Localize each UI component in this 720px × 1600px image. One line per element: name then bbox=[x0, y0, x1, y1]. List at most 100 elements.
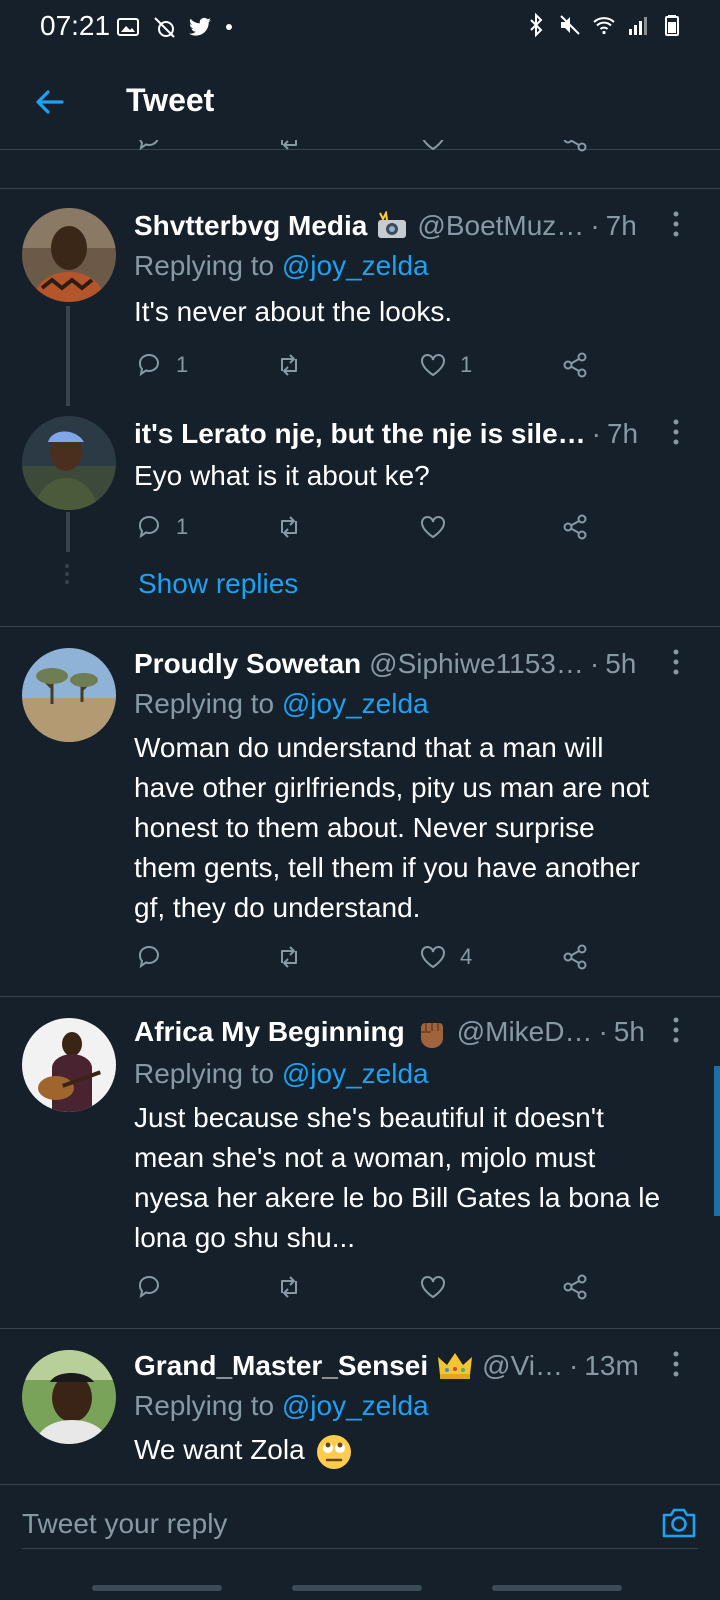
like-button[interactable]: 4 bbox=[418, 942, 472, 972]
user-handle[interactable]: @BoetMuz… bbox=[417, 210, 584, 242]
camera-icon[interactable] bbox=[660, 1505, 698, 1541]
tweet-reply-input[interactable] bbox=[22, 1499, 698, 1549]
reply-button[interactable]: 1 bbox=[134, 350, 188, 380]
mute-icon bbox=[560, 15, 580, 35]
more-options-icon[interactable] bbox=[666, 1346, 686, 1382]
divider bbox=[0, 188, 720, 189]
like-button[interactable] bbox=[418, 512, 448, 542]
signal-icon bbox=[629, 17, 647, 35]
share-button[interactable] bbox=[560, 512, 590, 542]
more-options-icon[interactable] bbox=[666, 414, 686, 450]
tweet-text: It's never about the looks. bbox=[134, 296, 453, 327]
tweet-time[interactable]: 5h bbox=[614, 1016, 645, 1048]
share-icon[interactable] bbox=[560, 140, 590, 154]
reply-count: 1 bbox=[176, 352, 189, 377]
reply-icon bbox=[138, 1275, 159, 1299]
replying-to: Replying to @joy_zelda bbox=[134, 688, 429, 719]
thread-dots bbox=[65, 564, 69, 584]
avatar[interactable] bbox=[22, 208, 116, 302]
user-handle[interactable]: @MikeD… bbox=[457, 1016, 593, 1048]
bluetooth-icon bbox=[530, 12, 543, 38]
display-name[interactable]: it's Lerato nje, but the nje is sile… bbox=[134, 418, 586, 450]
thread-line bbox=[66, 306, 70, 406]
user-handle[interactable]: @Vi… bbox=[482, 1350, 563, 1382]
reply-icon bbox=[138, 515, 159, 539]
notification-dot bbox=[226, 24, 232, 30]
tweet-time[interactable]: 7h bbox=[607, 418, 638, 450]
display-name[interactable]: Proudly Sowetan bbox=[134, 648, 361, 680]
share-icon bbox=[563, 514, 587, 540]
thread-line bbox=[66, 512, 70, 552]
reply-icon[interactable] bbox=[134, 140, 164, 154]
retweet-button[interactable] bbox=[274, 1272, 304, 1302]
status-time: 07:21 bbox=[40, 10, 111, 41]
display-name[interactable]: Grand_Master_Sensei bbox=[134, 1350, 428, 1382]
share-icon bbox=[563, 944, 587, 970]
mention-link[interactable]: @joy_zelda bbox=[282, 1058, 429, 1089]
more-options-icon[interactable] bbox=[666, 644, 686, 680]
share-icon bbox=[563, 352, 587, 378]
retweet-button[interactable] bbox=[274, 350, 304, 380]
avatar[interactable] bbox=[22, 1018, 116, 1112]
avatar[interactable] bbox=[22, 1350, 116, 1444]
nav-back-bar[interactable] bbox=[492, 1585, 622, 1591]
tweet-actions: 1 1 bbox=[134, 350, 604, 386]
back-arrow-icon[interactable] bbox=[30, 82, 70, 122]
display-name[interactable]: Shvtterbvg Media bbox=[134, 210, 367, 242]
tweet-actions: 4 bbox=[134, 942, 604, 978]
avatar[interactable] bbox=[22, 648, 116, 742]
display-name[interactable]: Africa My Beginning bbox=[134, 1016, 405, 1048]
retweet-icon bbox=[281, 946, 297, 968]
wifi-icon bbox=[593, 17, 615, 35]
parent-tweet-actions bbox=[134, 140, 604, 168]
more-options-icon[interactable] bbox=[666, 206, 686, 242]
retweet-icon bbox=[281, 516, 297, 538]
user-handle[interactable]: @Siphiwe1153… bbox=[369, 648, 584, 680]
tweet-actions bbox=[134, 1272, 604, 1308]
reply-button[interactable] bbox=[134, 1272, 164, 1302]
slashed-cast-icon bbox=[154, 17, 175, 38]
more-options-icon[interactable] bbox=[666, 1012, 686, 1048]
share-button[interactable] bbox=[560, 350, 590, 380]
retweet-icon[interactable] bbox=[274, 140, 304, 154]
tweet-time[interactable]: 13m bbox=[584, 1350, 638, 1382]
retweet-button[interactable] bbox=[274, 942, 304, 972]
tweet-time[interactable]: 7h bbox=[606, 210, 637, 242]
reply-button[interactable]: 1 bbox=[134, 512, 188, 542]
nav-recents-bar[interactable] bbox=[92, 1585, 222, 1591]
avatar[interactable] bbox=[22, 416, 116, 510]
battery-icon bbox=[665, 15, 679, 36]
mention-link[interactable]: @joy_zelda bbox=[282, 1390, 429, 1421]
retweet-icon bbox=[281, 1276, 297, 1298]
show-replies-link[interactable]: Show replies bbox=[138, 568, 298, 600]
reply-icon bbox=[138, 353, 159, 377]
replying-to: Replying to @joy_zelda bbox=[134, 1390, 429, 1421]
divider bbox=[0, 996, 720, 997]
tweet-actions: 1 bbox=[134, 512, 604, 548]
reply-composer bbox=[0, 1484, 720, 1600]
reply-button[interactable] bbox=[134, 942, 164, 972]
app-header: Tweet bbox=[0, 56, 720, 150]
share-button[interactable] bbox=[560, 942, 590, 972]
share-button[interactable] bbox=[560, 1272, 590, 1302]
tweet-text: Eyo what is it about ke? bbox=[134, 460, 430, 491]
like-icon[interactable] bbox=[418, 140, 448, 154]
camera-flash-emoji bbox=[378, 211, 407, 238]
divider bbox=[0, 1328, 720, 1329]
like-count: 4 bbox=[460, 944, 473, 969]
scroll-indicator[interactable] bbox=[714, 1066, 720, 1216]
reply-count: 1 bbox=[176, 514, 189, 539]
like-button[interactable]: 1 bbox=[418, 350, 472, 380]
like-button[interactable] bbox=[418, 1272, 448, 1302]
like-icon bbox=[421, 946, 445, 969]
mention-link[interactable]: @joy_zelda bbox=[282, 250, 429, 281]
retweet-button[interactable] bbox=[274, 512, 304, 542]
mention-link[interactable]: @joy_zelda bbox=[282, 688, 429, 719]
twitter-bird-icon bbox=[189, 17, 211, 36]
nav-home-bar[interactable] bbox=[292, 1585, 422, 1591]
tweet-text: Just because she's beautiful it doesn't … bbox=[134, 1102, 661, 1253]
tweet-time[interactable]: 5h bbox=[605, 648, 636, 680]
rolling-eyes-emoji bbox=[317, 1434, 352, 1469]
tweet-text: Woman do understand that a man will have… bbox=[134, 732, 650, 923]
crown-emoji bbox=[438, 1353, 473, 1379]
